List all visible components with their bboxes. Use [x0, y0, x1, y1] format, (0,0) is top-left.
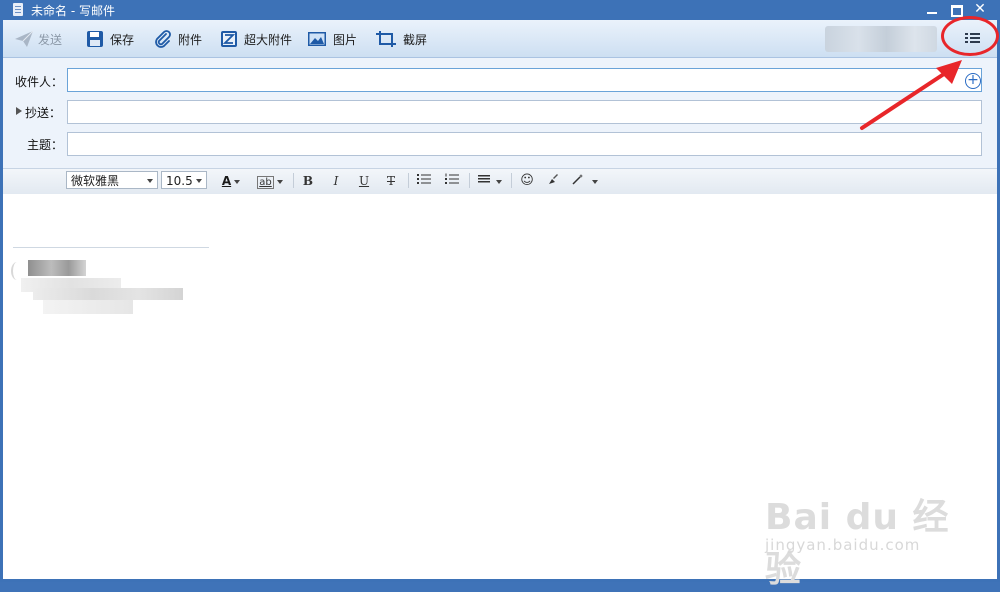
subject-input[interactable] [67, 132, 982, 156]
blurred-signature-line [33, 288, 183, 300]
large-attachment-button[interactable]: 超大附件 [220, 29, 292, 49]
magic-wand-icon [572, 174, 590, 188]
image-button[interactable]: 图片 [307, 29, 357, 49]
font-color-button[interactable]: A [216, 172, 246, 190]
document-icon [13, 3, 23, 16]
subject-label: 主题： [27, 138, 64, 152]
chevron-down-icon [196, 179, 202, 183]
highlight-icon: ab [257, 176, 274, 189]
separator [293, 173, 294, 188]
strikethrough-button[interactable]: T [383, 172, 399, 190]
save-button[interactable]: 保存 [86, 29, 134, 49]
italic-button[interactable]: I [328, 172, 344, 190]
blurred-account-area [825, 26, 937, 52]
magic-wand-button[interactable] [571, 172, 599, 190]
to-label: 收件人： [15, 75, 64, 89]
minimize-icon [927, 12, 937, 14]
expand-cc-icon[interactable] [16, 107, 22, 115]
bullet-list-icon [417, 174, 431, 188]
annotation-circle [941, 16, 999, 56]
cc-label: 抄送： [25, 106, 62, 120]
separator [408, 173, 409, 188]
floppy-disk-icon [86, 30, 104, 48]
baidu-watermark: Bai du 经验 jingyan.baidu.com [765, 478, 965, 590]
separator [469, 173, 470, 188]
picture-icon [307, 30, 327, 48]
underline-button[interactable]: U [356, 172, 372, 190]
message-body-editor[interactable]: Bai du 经验 jingyan.baidu.com [3, 194, 997, 590]
window-title: 未命名 - 写邮件 [31, 4, 115, 18]
format-painter-button[interactable] [545, 172, 561, 190]
chevron-down-icon [234, 179, 241, 184]
chevron-down-icon [147, 179, 153, 183]
screenshot-button[interactable]: 截屏 [375, 29, 427, 49]
font-size-select[interactable]: 10.5 [161, 171, 207, 189]
title-bar: 未命名 - 写邮件 ✕ [0, 0, 1000, 20]
send-button[interactable]: 发送 [14, 29, 62, 49]
crop-icon [375, 30, 397, 48]
chevron-down-icon [276, 179, 283, 184]
paperclip-icon [154, 30, 172, 48]
large-file-icon [220, 30, 238, 48]
format-toolbar: 微软雅黑 10.5 A ab B I U T ☺ [3, 168, 997, 195]
attachment-button[interactable]: 附件 [154, 29, 202, 49]
font-family-select[interactable]: 微软雅黑 [66, 171, 158, 189]
add-contact-button[interactable]: + [965, 73, 981, 89]
highlight-button[interactable]: ab [253, 172, 287, 190]
align-button[interactable] [477, 172, 503, 190]
blurred-signature-line [43, 300, 133, 314]
bold-button[interactable]: B [300, 172, 316, 190]
minimize-button[interactable] [921, 1, 943, 18]
chevron-down-icon [592, 179, 599, 184]
to-input[interactable] [67, 68, 982, 92]
blurred-signature-name [28, 260, 86, 276]
numbered-list-icon [445, 173, 459, 188]
plus-circle-icon: + [967, 72, 979, 88]
brush-icon [547, 174, 559, 188]
paper-plane-icon [14, 30, 34, 48]
main-toolbar: 发送 保存 附件 超大附件 图片 截屏 [3, 20, 997, 58]
numbered-list-button[interactable] [444, 172, 460, 190]
close-icon: ✕ [974, 1, 986, 17]
font-color-icon: A [221, 174, 232, 188]
compose-window: 未命名 - 写邮件 ✕ 发送 保存 附件 超大附件 图片 截屏 收件人： + 抄… [0, 0, 1000, 590]
cc-input[interactable] [67, 100, 982, 124]
maximize-icon [951, 5, 963, 17]
bullet-list-button[interactable] [416, 172, 432, 190]
watermark-url: jingyan.baidu.com [765, 536, 921, 554]
address-fields: 收件人： + 抄送： 主题： [3, 58, 997, 168]
emoji-button[interactable]: ☺ [519, 172, 535, 190]
chevron-down-icon [496, 179, 503, 184]
separator [511, 173, 512, 188]
signature-divider [13, 247, 209, 248]
align-icon [477, 174, 494, 188]
smiley-icon: ☺ [520, 173, 534, 188]
